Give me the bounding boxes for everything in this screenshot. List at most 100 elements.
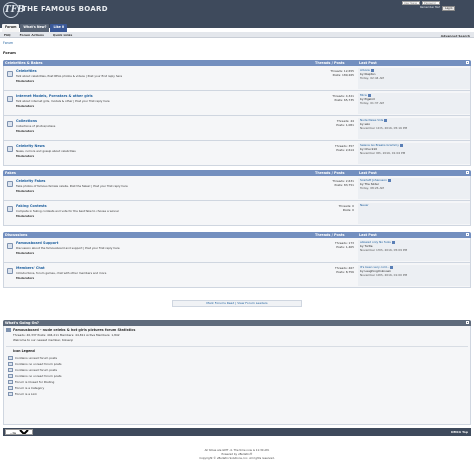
- whats-going-on-header: What's Going On?: [3, 320, 471, 326]
- forum-row: Collections Collections of photos/videos…: [3, 116, 471, 141]
- collapse-icon[interactable]: [466, 61, 469, 64]
- page-title: Forum: [3, 51, 16, 55]
- remember-me-checkbox[interactable]: Remember Me?: [420, 6, 440, 11]
- forum-moderators[interactable]: Moderators: [16, 154, 306, 158]
- category-title[interactable]: Discussions: [3, 233, 27, 237]
- last-post-date: November 13th, 2016, 05:09 PM: [360, 248, 408, 252]
- forum-row: Celebrity News News, rumors and gossip a…: [3, 141, 471, 166]
- forum-status-icon: [7, 121, 13, 127]
- legend-label: Forum is a Category: [15, 386, 45, 390]
- forum-name[interactable]: Internet Models, Pornstars & other girls: [16, 94, 306, 98]
- forum-old-icon: [8, 362, 13, 366]
- forum-description: Fake photos of famous female celebs. Pos…: [16, 184, 128, 188]
- post-count: Posts: 1,465: [336, 245, 354, 249]
- forum-row: Faking Contests Compete in faking contes…: [3, 201, 471, 226]
- breadcrumb-home[interactable]: Forum: [3, 41, 471, 45]
- last-post-date: November 10th, 2016, 01:00 PM: [360, 273, 408, 277]
- mark-forums-read-link[interactable]: Mark Forums Read | View Forum Leaders: [172, 300, 302, 307]
- subnav-faq[interactable]: FAQ: [4, 33, 11, 37]
- forum-new-icon: [8, 356, 13, 360]
- go-to-post-icon[interactable]: [387, 178, 391, 182]
- last-post: It's been very cold... by LaughingUnknow…: [358, 265, 470, 286]
- last-post: Never: [358, 203, 470, 224]
- forum-status-icon: [7, 146, 13, 152]
- category-title[interactable]: Celebrities & Babes: [3, 61, 43, 65]
- threads-posts-header: Threads / Posts: [315, 233, 345, 237]
- last-post-date: November 9th, 2016, 01:04 PM: [360, 151, 406, 155]
- legend-label: Forum is a Link: [15, 392, 37, 396]
- forum-name[interactable]: Celebrity Fakes: [16, 179, 306, 183]
- forum-moderators[interactable]: Moderators: [16, 251, 306, 255]
- forum-description: Introductions, forum games, chat with ot…: [16, 271, 107, 275]
- go-to-post-icon[interactable]: [399, 143, 403, 147]
- forum-description: Compete in faking contests and vote for …: [16, 209, 120, 213]
- last-post: allowed only No fools by Turtle November…: [358, 240, 470, 261]
- go-to-post-icon[interactable]: [384, 118, 388, 122]
- forum-name[interactable]: Celebrity News: [16, 144, 306, 148]
- sub-navigation: FAQ Forum Actions Quick Links Advanced S…: [0, 32, 474, 38]
- last-post-date: Today, 08:26 AM: [360, 186, 384, 190]
- collapse-icon[interactable]: [466, 321, 469, 324]
- forum-stats: Threads: 44 Posts: 1,081: [304, 119, 354, 127]
- legend-label: Contains unread forum posts: [15, 368, 57, 372]
- legend-label: Contains no unread forum posts: [15, 374, 62, 378]
- category-fakes: Fakes Threads / Posts Last Post Celebrit…: [3, 170, 471, 226]
- legend-label: Contains no unread forum posts: [15, 362, 62, 366]
- subnav-forum-actions[interactable]: Forum Actions: [20, 33, 44, 37]
- copyright: All times are GMT -4. The time now is 11…: [0, 448, 474, 460]
- forum-name[interactable]: Celebrities: [16, 69, 306, 73]
- whats-going-on: What's Going On? Famousboard - nude cele…: [3, 320, 471, 425]
- post-count: Posts: 189,265: [332, 73, 354, 77]
- threads-posts-header: Threads / Posts: [315, 61, 345, 65]
- forum-moderators[interactable]: Moderators: [16, 104, 306, 108]
- subnav-quick-links[interactable]: Quick Links: [53, 33, 72, 37]
- post-count: Posts: 2,614: [336, 148, 354, 152]
- forum-row: Celebrity Fakes Fake photos of famous fe…: [3, 176, 471, 201]
- forum-new-icon: [8, 368, 13, 372]
- footer-links[interactable]: DMCA Top: [451, 430, 468, 434]
- last-post: Scarlett Johansson by The Slider Today, …: [358, 178, 470, 199]
- legend-label: Forum is Closed for Posting: [15, 380, 55, 384]
- forum-moderators[interactable]: Moderators: [16, 276, 306, 280]
- site-title[interactable]: THE FAMOUS BOARD: [22, 5, 108, 13]
- post-count: Posts: 83,751: [334, 183, 354, 187]
- forum-stats: Threads: 357 Posts: 2,614: [304, 144, 354, 152]
- login-button[interactable]: Log in: [442, 6, 456, 11]
- forum-name[interactable]: Collections: [16, 119, 306, 123]
- password-input[interactable]: [422, 1, 440, 5]
- forum-name[interactable]: Famousboard Support: [16, 241, 306, 245]
- forum-moderators[interactable]: Moderators: [16, 214, 306, 218]
- statistics-title: Famousboard - nude celebs & hot girls pi…: [6, 328, 468, 332]
- forum-moderators[interactable]: Moderators: [16, 79, 306, 83]
- advanced-search-link[interactable]: Advanced Search: [441, 34, 470, 38]
- facebook-like-button[interactable]: Like 0: [50, 24, 68, 32]
- collapse-icon[interactable]: [466, 171, 469, 174]
- forum-stats: Threads: 173 Posts: 1,465: [304, 241, 354, 249]
- forum-stats: Threads: 2,631 Posts: 83,751: [304, 179, 354, 187]
- footer-bar: -- Default Style DMCA Top: [3, 428, 471, 436]
- forum-row: Members' Chat Introductions, forum games…: [3, 263, 471, 288]
- forum-name[interactable]: Members' Chat: [16, 266, 306, 270]
- forum-name[interactable]: Faking Contests: [16, 204, 306, 208]
- site-logo[interactable]: TFB: [3, 2, 25, 18]
- go-to-post-icon[interactable]: [391, 240, 395, 244]
- collapse-icon[interactable]: [466, 233, 469, 236]
- whats-going-on-body: Famousboard - nude celebs & hot girls pi…: [3, 326, 471, 425]
- forum-stats: Threads: 12,655 Posts: 189,265: [304, 69, 354, 77]
- username-input[interactable]: [402, 1, 420, 5]
- forum-status-icon: [7, 96, 13, 102]
- tab-forum[interactable]: Forum: [2, 24, 20, 32]
- forum-description: Talk about celebrities, Post REAL photos…: [16, 74, 123, 78]
- last-post-header: Last Post: [359, 61, 377, 65]
- style-chooser-select[interactable]: -- Default Style: [5, 429, 33, 435]
- forum-status-icon: [7, 268, 13, 274]
- tab-whats-new[interactable]: What's New?: [20, 24, 50, 32]
- forum-moderators[interactable]: Moderators: [16, 189, 306, 193]
- login-form: Remember Me? Log in: [402, 1, 472, 12]
- category-title[interactable]: Fakes: [3, 171, 16, 175]
- forum-status-icon: [7, 206, 13, 212]
- forum-moderators[interactable]: Moderators: [16, 129, 306, 133]
- icon-legend-title: Icon Legend: [13, 349, 35, 353]
- last-post: Alluvia by Klapton Today, 02:44 AM: [358, 68, 470, 89]
- whats-going-on-title: What's Going On?: [5, 321, 39, 325]
